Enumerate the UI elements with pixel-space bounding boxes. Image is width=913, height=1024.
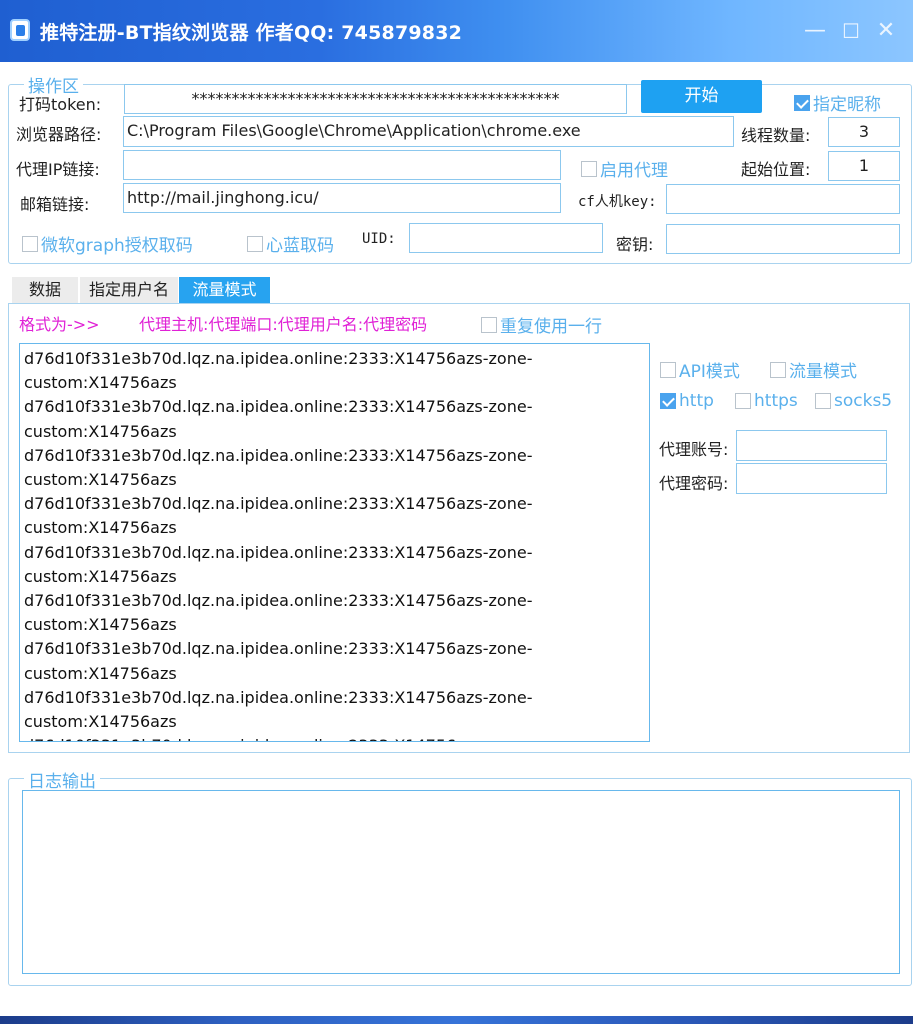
cf-key-input[interactable]: [666, 184, 900, 214]
ms-graph-label: 微软graph授权取码: [41, 236, 193, 256]
proxy-link-label: 代理IP链接:: [16, 160, 100, 179]
log-legend: 日志输出: [24, 767, 100, 792]
tab-specified-username[interactable]: 指定用户名: [80, 277, 178, 303]
proxy-line: d76d10f331e3b70d.lqz.na.ipidea.online:23…: [24, 445, 533, 465]
http-checkbox[interactable]: http: [660, 391, 714, 411]
reuse-line-checkbox[interactable]: 重复使用一行: [481, 312, 602, 337]
token-input[interactable]: ****************************************…: [124, 84, 627, 114]
enable-proxy-checkbox[interactable]: 启用代理: [581, 156, 668, 181]
token-label: 打码token:: [19, 95, 102, 114]
proxy-list-textarea[interactable]: d76d10f331e3b70d.lqz.na.ipidea.online:23…: [19, 343, 650, 742]
proxy-line: d76d10f331e3b70d.lqz.na.ipidea.online:23…: [24, 349, 533, 368]
browser-path-label: 浏览器路径:: [16, 125, 102, 144]
proxy-line: custom:X14756azs: [24, 663, 177, 683]
secret-label: 密钥:: [616, 235, 654, 254]
enable-proxy-label: 启用代理: [600, 161, 668, 181]
proxy-line: d76d10f331e3b70d.lqz.na.ipidea.online:23…: [24, 542, 533, 562]
http-label: http: [679, 391, 714, 411]
proxy-line: custom:X14756azs: [24, 566, 177, 586]
proxy-account-label: 代理账号:: [659, 440, 729, 459]
proxy-account-input[interactable]: [736, 430, 887, 461]
api-mode-label: API模式: [679, 362, 740, 382]
proxy-line: custom:X14756azs: [24, 373, 177, 393]
checkbox-unchecked-icon: [481, 316, 497, 333]
secret-input[interactable]: [666, 224, 900, 254]
traffic-mode-checkbox[interactable]: 流量模式: [770, 357, 857, 382]
nickname-label: 指定昵称: [813, 95, 881, 115]
cf-key-label: cf人机key:: [578, 194, 657, 210]
proxy-line: custom:X14756azs: [24, 470, 177, 490]
checkbox-unchecked-icon: [660, 361, 676, 378]
checkbox-checked-icon: [660, 393, 676, 409]
mail-link-label: 邮箱链接:: [20, 195, 90, 214]
reuse-line-label: 重复使用一行: [500, 317, 602, 337]
bluebird-checkbox[interactable]: 心蓝取码: [247, 231, 334, 256]
tab-traffic-mode[interactable]: 流量模式: [179, 277, 270, 303]
proxy-line: d76d10f331e3b70d.lqz.na.ipidea.online:23…: [24, 734, 645, 741]
app-icon: [10, 19, 30, 41]
format-prefix: 格式为->>: [19, 315, 100, 334]
socks5-label: socks5: [834, 391, 893, 411]
checkbox-unchecked-icon: [815, 393, 831, 409]
uid-label: UID:: [362, 231, 396, 247]
socks5-checkbox[interactable]: socks5: [815, 391, 892, 411]
maximize-button[interactable]: ☐: [836, 16, 866, 46]
checkbox-checked-icon: [794, 94, 810, 111]
proxy-line: custom:X14756azs: [24, 712, 177, 732]
proxy-line: custom:X14756azs: [24, 421, 177, 441]
bluebird-label: 心蓝取码: [266, 236, 334, 256]
close-button[interactable]: ✕: [871, 16, 901, 46]
proxy-line: custom:X14756azs: [24, 615, 177, 635]
checkbox-unchecked-icon: [770, 361, 786, 378]
https-checkbox[interactable]: https: [735, 391, 798, 411]
format-description: 代理主机:代理端口:代理用户名:代理密码: [139, 315, 428, 334]
uid-input[interactable]: [409, 223, 603, 253]
checkbox-unchecked-icon: [247, 235, 263, 252]
start-position-input[interactable]: 1: [828, 151, 900, 181]
proxy-line: d76d10f331e3b70d.lqz.na.ipidea.online:23…: [24, 591, 533, 611]
checkbox-unchecked-icon: [581, 160, 597, 177]
threads-input[interactable]: 3: [828, 117, 900, 147]
proxy-line: d76d10f331e3b70d.lqz.na.ipidea.online:23…: [24, 397, 533, 417]
proxy-line: d76d10f331e3b70d.lqz.na.ipidea.online:23…: [24, 639, 533, 659]
checkbox-unchecked-icon: [22, 235, 38, 252]
threads-label: 线程数量:: [741, 126, 811, 145]
ms-graph-checkbox[interactable]: 微软graph授权取码: [22, 231, 193, 256]
start-position-label: 起始位置:: [741, 160, 811, 179]
proxy-link-input[interactable]: [123, 150, 561, 180]
proxy-password-input[interactable]: [736, 463, 887, 494]
checkbox-unchecked-icon: [735, 393, 751, 409]
proxy-line: d76d10f331e3b70d.lqz.na.ipidea.online:23…: [24, 494, 533, 514]
proxy-line: d76d10f331e3b70d.lqz.na.ipidea.online:23…: [24, 687, 533, 707]
title-bar[interactable]: 推特注册-BT指纹浏览器 作者QQ: 745879832 — ☐ ✕: [0, 0, 913, 62]
traffic-mode-label: 流量模式: [789, 362, 857, 382]
https-label: https: [754, 391, 798, 411]
tab-data[interactable]: 数据: [12, 277, 78, 303]
proxy-line: custom:X14756azs: [24, 518, 177, 538]
api-mode-checkbox[interactable]: API模式: [660, 357, 740, 382]
mail-link-input[interactable]: http://mail.jinghong.icu/: [123, 183, 561, 213]
nickname-checkbox[interactable]: 指定昵称: [794, 90, 881, 115]
proxy-password-label: 代理密码:: [659, 474, 729, 493]
start-button[interactable]: 开始: [641, 80, 762, 113]
browser-path-input[interactable]: C:\Program Files\Google\Chrome\Applicati…: [123, 116, 734, 147]
log-output-textarea[interactable]: [22, 790, 900, 974]
taskbar-strip: [0, 1016, 913, 1024]
window-title: 推特注册-BT指纹浏览器 作者QQ: 745879832: [40, 22, 463, 44]
minimize-button[interactable]: —: [800, 16, 830, 46]
